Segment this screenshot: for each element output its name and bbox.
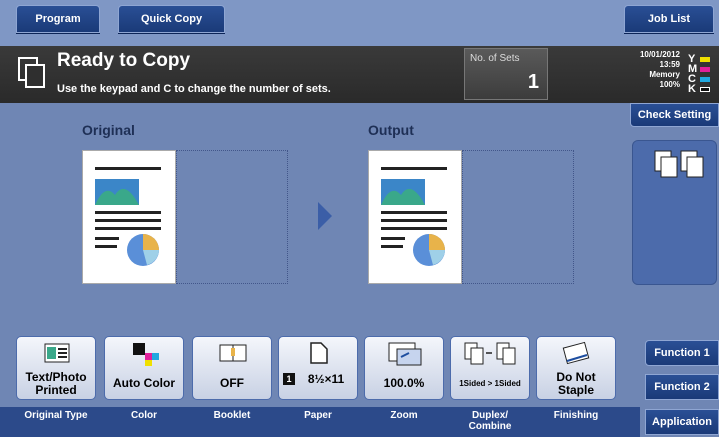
toner-bar-y	[700, 57, 710, 62]
caption-booklet: Booklet	[213, 410, 251, 421]
caption-original-type: Original Type	[24, 410, 88, 421]
function2-tab[interactable]: Function 2	[645, 374, 719, 400]
duplex-preview-panel	[632, 140, 717, 285]
booklet-button[interactable]: OFF	[192, 336, 272, 400]
tab-job-list[interactable]: Job List	[624, 5, 714, 33]
original-type-button[interactable]: Text/Photo Printed	[16, 336, 96, 400]
original-heading: Original	[82, 122, 135, 138]
check-setting-button[interactable]: Check Setting	[630, 103, 719, 127]
tab-program[interactable]: Program	[16, 5, 100, 33]
copy-icon	[18, 57, 45, 88]
original-type-label: Text/Photo Printed	[25, 370, 87, 397]
tab-quick-copy[interactable]: Quick Copy	[118, 5, 225, 33]
zoom-button[interactable]: 100.0%	[364, 336, 444, 400]
sets-value: 1	[527, 71, 539, 93]
status-date: 10/01/2012	[639, 50, 680, 59]
machine-status: 10/01/2012 13:59 Memory 100% Y M C K	[610, 48, 718, 100]
paper-button[interactable]: 1 8½×11	[278, 336, 358, 400]
color-label: Auto Color	[113, 376, 175, 390]
duplex-icon	[464, 342, 516, 365]
arrow-right-icon	[318, 202, 332, 230]
function1-tab[interactable]: Function 1	[645, 340, 719, 366]
memory-label: Memory	[649, 70, 680, 79]
output-heading: Output	[368, 122, 414, 138]
toner-bar-k	[700, 87, 710, 92]
finishing-button[interactable]: Do Not Staple	[536, 336, 616, 400]
booklet-icon	[219, 344, 247, 362]
output-page-preview	[368, 150, 462, 284]
duplex-combine-button[interactable]: 1Sided > 1Sided	[450, 336, 530, 400]
memory-value: 100%	[659, 80, 680, 89]
status-time: 13:59	[659, 60, 680, 69]
staple-icon	[562, 341, 590, 365]
text-photo-icon	[44, 343, 70, 363]
caption-finishing: Finishing	[553, 410, 599, 421]
status-hint: Use the keypad and C to change the numbe…	[57, 83, 331, 95]
duplex-pages-icon	[654, 150, 704, 178]
auto-color-icon	[133, 343, 159, 366]
original-placeholder	[176, 150, 288, 284]
caption-paper: Paper	[304, 410, 332, 421]
paper-label: 8½×11	[307, 372, 345, 386]
toner-label-k: K	[688, 83, 696, 95]
number-of-sets: No. of Sets 1	[464, 48, 548, 100]
caption-color: Color	[130, 410, 158, 421]
toner-bar-m	[700, 67, 710, 72]
color-button[interactable]: Auto Color	[104, 336, 184, 400]
paper-icon	[310, 342, 328, 364]
duplex-label: 1Sided > 1Sided	[459, 379, 521, 388]
output-placeholder	[462, 150, 574, 284]
toner-bar-c	[700, 77, 710, 82]
page-content-icon	[381, 167, 447, 266]
original-page-preview	[82, 150, 176, 284]
application-tab[interactable]: Application	[645, 409, 719, 435]
caption-duplex-combine: Duplex/ Combine	[468, 410, 512, 432]
zoom-label: 100.0%	[383, 376, 425, 390]
page-content-icon	[95, 167, 161, 266]
status-title: Ready to Copy	[57, 50, 191, 71]
zoom-icon	[388, 342, 422, 366]
finishing-label: Do Not Staple	[556, 370, 596, 397]
caption-zoom: Zoom	[390, 410, 418, 421]
sets-label: No. of Sets	[470, 53, 520, 64]
booklet-label: OFF	[220, 376, 244, 390]
top-bar	[0, 0, 719, 46]
